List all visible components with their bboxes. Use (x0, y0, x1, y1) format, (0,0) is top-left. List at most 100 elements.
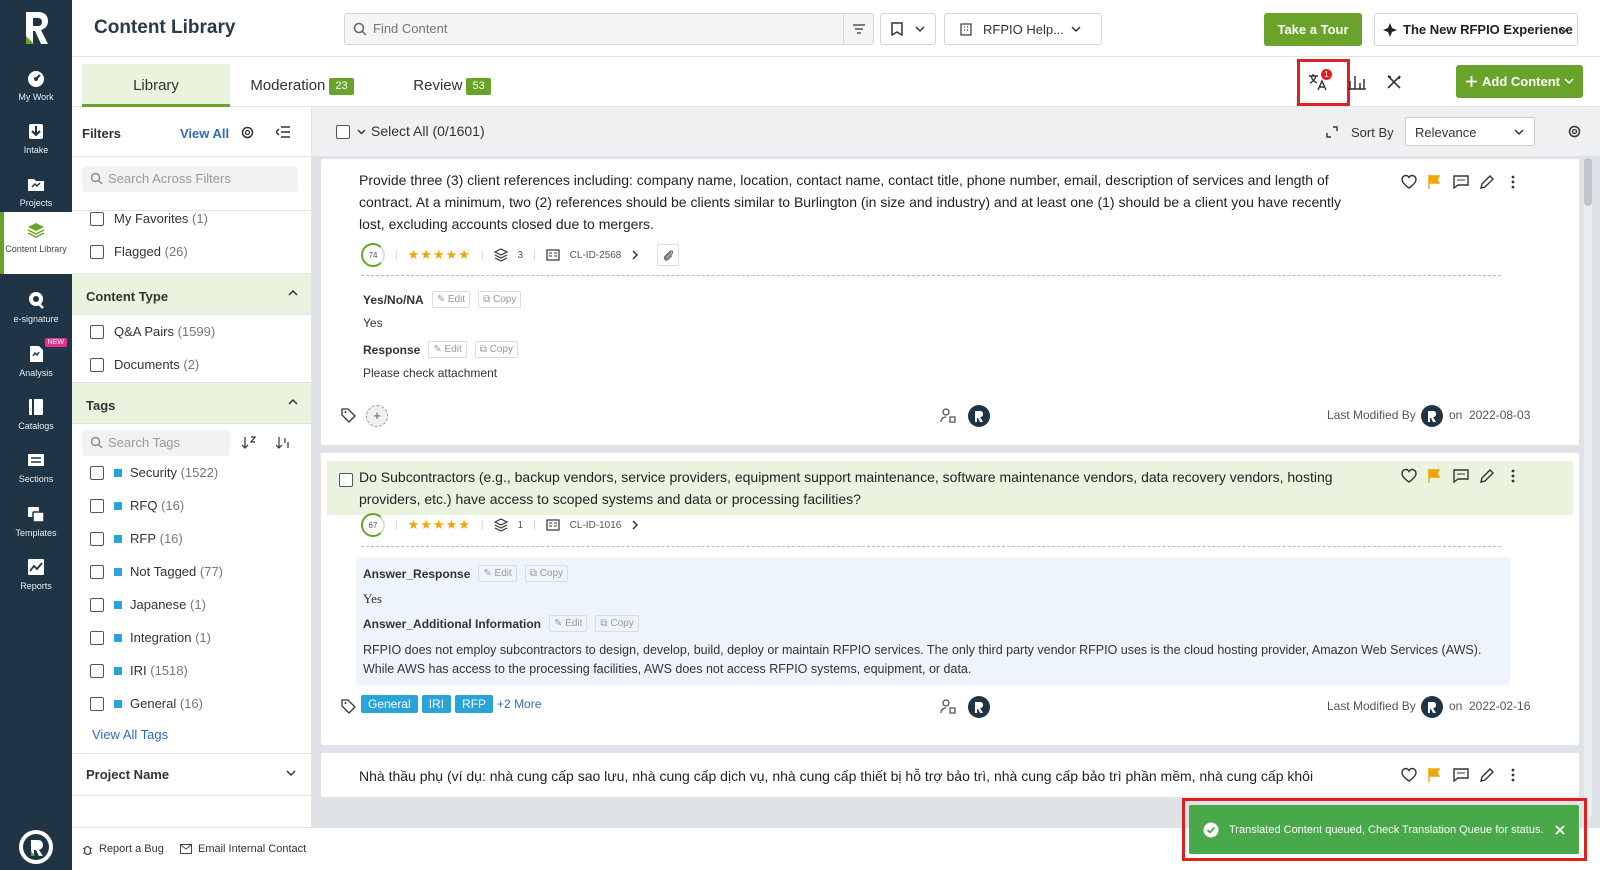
copy-field-button[interactable]: ⧉ Copy (595, 615, 639, 632)
chevron-right-icon[interactable] (631, 250, 639, 260)
tag-security[interactable]: Security (1522) (90, 465, 218, 480)
add-tag-button[interactable]: + (366, 405, 388, 427)
search-filter-button[interactable] (843, 14, 873, 44)
more-vertical-icon[interactable] (1505, 174, 1521, 190)
tag-pill[interactable]: General (361, 695, 418, 713)
rfpio-round-logo[interactable] (19, 830, 53, 864)
tag-icon[interactable] (341, 698, 357, 714)
edit-field-button[interactable]: ✎ Edit (478, 565, 517, 582)
tag-rfp[interactable]: RFP (16) (90, 531, 183, 546)
select-all-checkbox[interactable] (336, 125, 350, 139)
edit-field-button[interactable]: ✎ Edit (549, 615, 588, 632)
star-rating[interactable]: ★★★★★ (408, 247, 471, 263)
chevron-right-icon[interactable] (631, 520, 639, 530)
content-card[interactable]: Do Subcontractors (e.g., backup vendors,… (320, 452, 1580, 746)
gear-icon[interactable] (1567, 124, 1582, 139)
content-id[interactable]: CL-ID-1016 (570, 520, 622, 531)
flag-icon[interactable] (1427, 468, 1443, 484)
copy-field-button[interactable]: ⧉ Copy (474, 341, 519, 358)
content-card[interactable]: Nhà thầu phụ (ví dụ: nhà cung cấp sao lư… (320, 752, 1580, 798)
sort-az-icon[interactable] (242, 436, 256, 450)
add-content-button[interactable]: Add Content (1456, 65, 1583, 98)
tag-iri[interactable]: IRI (1518) (90, 663, 188, 678)
checkbox[interactable] (90, 531, 104, 546)
nav-my-work[interactable]: My Work (0, 60, 72, 114)
card-question[interactable]: Do Subcontractors (e.g., backup vendors,… (359, 466, 1349, 510)
take-a-tour-button[interactable]: Take a Tour (1264, 13, 1362, 46)
tag-rfq[interactable]: RFQ (16) (90, 498, 184, 513)
list-scrollbar[interactable] (1584, 158, 1592, 818)
scrollbar-thumb[interactable] (1584, 158, 1592, 206)
gear-icon[interactable] (240, 125, 255, 140)
filters-view-all-link[interactable]: View All (180, 126, 229, 141)
nav-reports[interactable]: Reports (0, 549, 72, 603)
edit-icon[interactable] (1479, 174, 1495, 190)
tab-moderation[interactable]: Moderation 23 (242, 64, 362, 107)
edit-field-button[interactable]: ✎ Edit (428, 341, 467, 358)
tags-section-header[interactable]: Tags (72, 382, 311, 424)
checkbox[interactable] (90, 696, 104, 711)
select-all-label[interactable]: Select All (0/1601) (371, 123, 485, 139)
more-tags-link[interactable]: +2 More (497, 697, 541, 711)
comment-icon[interactable] (1453, 174, 1469, 190)
tag-not-tagged[interactable]: Not Tagged (77) (90, 564, 223, 579)
checkbox[interactable] (90, 465, 104, 480)
collapse-panel-icon[interactable] (276, 126, 290, 138)
expand-icon[interactable] (1326, 126, 1338, 138)
checkbox[interactable] (90, 564, 104, 579)
nav-intake[interactable]: Intake (0, 113, 72, 167)
more-vertical-icon[interactable] (1505, 767, 1521, 783)
more-vertical-icon[interactable] (1505, 468, 1521, 484)
rfpio-logo[interactable] (20, 8, 52, 48)
nav-templates[interactable]: Templates (0, 496, 72, 550)
new-experience-dropdown[interactable]: The New RFPIO Experience (1374, 13, 1578, 46)
edit-field-button[interactable]: ✎ Edit (431, 291, 471, 308)
email-contact-link[interactable]: Email Internal Contact (180, 843, 306, 855)
checkbox[interactable] (90, 211, 104, 226)
comment-icon[interactable] (1453, 767, 1469, 783)
view-all-tags-link[interactable]: View All Tags (92, 727, 168, 742)
nav-content-library[interactable]: Content Library (0, 212, 72, 274)
card-checkbox[interactable] (339, 473, 353, 487)
owner-avatar[interactable] (968, 405, 990, 427)
flag-icon[interactable] (1427, 767, 1443, 783)
chevron-down-icon[interactable] (286, 770, 296, 778)
report-bug-link[interactable]: Report a Bug (82, 843, 164, 855)
tools-button[interactable] (1377, 65, 1411, 99)
analytics-button[interactable] (1340, 65, 1374, 99)
edit-icon[interactable] (1479, 767, 1495, 783)
checkbox[interactable] (90, 357, 104, 372)
tag-japanese[interactable]: Japanese (1) (90, 597, 206, 612)
flag-icon[interactable] (1427, 174, 1443, 190)
chevron-down-icon[interactable] (357, 129, 366, 136)
modifier-avatar[interactable] (1421, 696, 1443, 718)
attachment-button[interactable] (657, 244, 680, 266)
sort-count-icon[interactable] (276, 436, 290, 450)
tags-search-input[interactable]: Search Tags (82, 430, 230, 456)
copy-field-button[interactable]: ⧉ Copy (524, 565, 569, 582)
owner-icon[interactable] (940, 698, 956, 714)
checkbox[interactable] (90, 324, 104, 339)
heart-icon[interactable] (1401, 174, 1417, 190)
sort-select[interactable]: Relevance (1405, 117, 1535, 146)
tab-library[interactable]: Library (82, 64, 230, 107)
tab-review[interactable]: Review 53 (402, 64, 502, 107)
owner-icon[interactable] (940, 407, 956, 423)
nav-analysis[interactable]: NEW Analysis (0, 336, 72, 390)
find-content-input[interactable] (373, 21, 823, 36)
owner-avatar[interactable] (968, 696, 990, 718)
heart-icon[interactable] (1401, 468, 1417, 484)
project-name-section-header[interactable]: Project Name (86, 767, 169, 782)
card-question[interactable]: Provide three (3) client references incl… (359, 169, 1349, 235)
tag-pill[interactable]: IRI (421, 695, 452, 713)
checkbox[interactable] (90, 597, 104, 612)
content-type-section-header[interactable]: Content Type (72, 273, 311, 315)
content-card[interactable]: Provide three (3) client references incl… (320, 158, 1580, 446)
checkbox[interactable] (90, 498, 104, 513)
star-rating[interactable]: ★★★★★ (408, 517, 471, 533)
checkbox[interactable] (90, 663, 104, 678)
tag-general[interactable]: General (16) (90, 696, 203, 711)
checkbox[interactable] (90, 630, 104, 645)
rfpio-help-dropdown[interactable]: RFPIO Help... (944, 13, 1102, 45)
modifier-avatar[interactable] (1421, 405, 1443, 427)
